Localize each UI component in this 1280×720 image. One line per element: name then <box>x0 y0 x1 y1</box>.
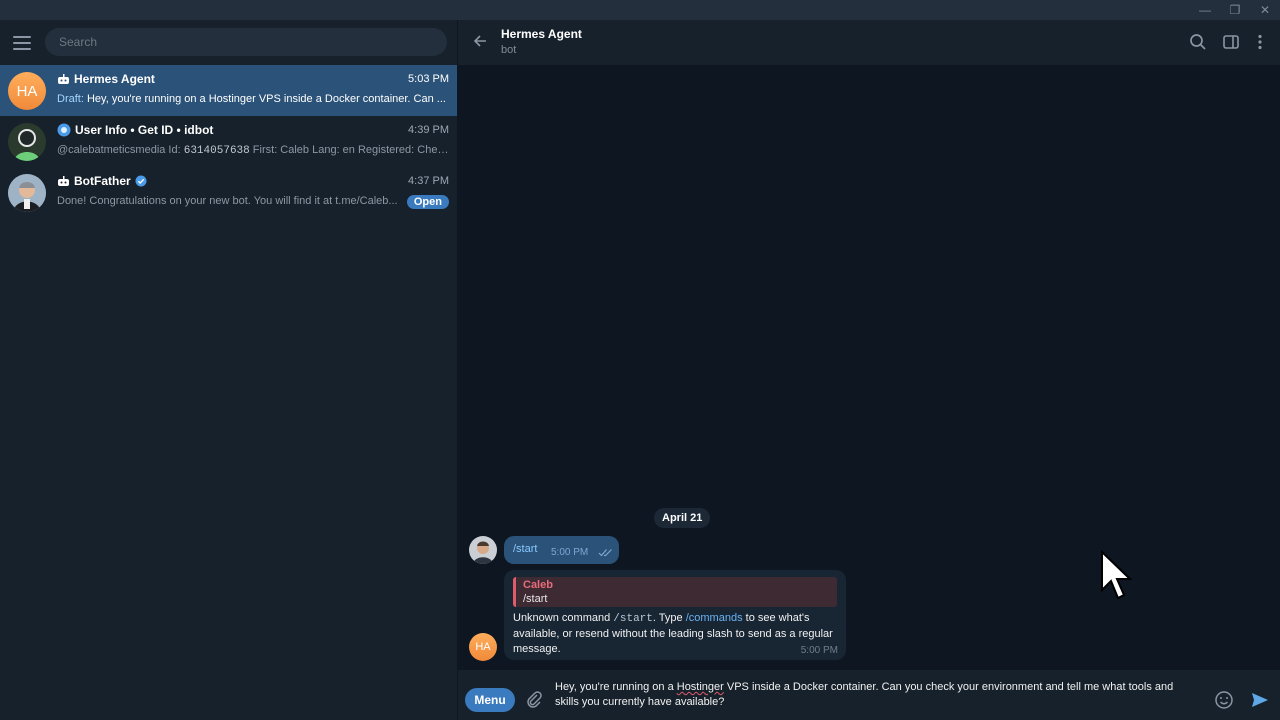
emoji-icon[interactable] <box>1214 690 1234 710</box>
chat-preview: Draft: Hey, you're running on a Hostinge… <box>57 93 449 105</box>
preview-text: Hey, you're running on a Hostinger VPS i… <box>86 93 446 105</box>
message-composer: Menu Hey, you're running on a Hostinger … <box>458 670 1280 720</box>
window-titlebar: — ❐ ✕ <box>0 0 1280 20</box>
id-bot-avatar-icon <box>8 123 46 161</box>
paperclip-icon[interactable] <box>525 690 543 708</box>
bot-icon <box>58 175 69 186</box>
search-input[interactable] <box>45 28 447 56</box>
reply-text: /start <box>523 593 548 605</box>
user-avatar[interactable] <box>469 536 497 564</box>
chat-time: 5:03 PM <box>408 73 449 85</box>
reply-quote[interactable]: Caleb /start <box>513 577 837 607</box>
avatar <box>8 174 46 212</box>
chat-item-idbot[interactable]: User Info • Get ID • idbot 4:39 PM @cale… <box>0 116 457 167</box>
chat-preview: Done! Congratulations on your new bot. Y… <box>57 195 398 207</box>
mouse-pointer-icon <box>1101 550 1133 600</box>
send-icon[interactable] <box>1250 690 1270 710</box>
command-code: /start <box>613 613 653 625</box>
spellcheck-word: Hostinger <box>676 681 724 693</box>
chat-name: User Info • Get ID • idbot <box>57 123 213 137</box>
chat-name: BotFather <box>57 174 147 188</box>
chat-item-botfather[interactable]: BotFather 4:37 PM Done! Congratulations … <box>0 167 457 218</box>
double-check-icon <box>598 549 612 557</box>
chat-name: Hermes Agent <box>57 72 155 86</box>
more-options-icon[interactable] <box>1251 33 1269 51</box>
sidebar-toggle-icon[interactable] <box>1222 33 1240 51</box>
message-input[interactable]: Hey, you're running on a Hostinger VPS i… <box>555 680 1195 710</box>
verified-check-icon <box>135 175 147 187</box>
bot-menu-button[interactable]: Menu <box>465 688 515 712</box>
verified-badge-icon <box>57 123 71 137</box>
chat-time: 4:39 PM <box>408 124 449 136</box>
restore-icon[interactable]: ❐ <box>1220 2 1250 18</box>
chat-preview: @calebatmeticsmedia Id: 6314057638 First… <box>57 144 449 157</box>
chat-title[interactable]: Hermes Agent <box>501 27 582 41</box>
message-time: 5:00 PM <box>800 645 838 656</box>
outgoing-message[interactable]: /start 5:00 PM <box>504 536 619 564</box>
back-arrow-icon[interactable] <box>472 33 488 49</box>
minimize-icon[interactable]: — <box>1190 2 1220 18</box>
botfather-avatar-icon <box>8 174 46 212</box>
open-badge[interactable]: Open <box>406 195 449 209</box>
chat-item-hermes-agent[interactable]: HA Hermes Agent 5:03 PM Draft: Hey, you'… <box>0 65 457 116</box>
incoming-message[interactable]: Caleb /start Unknown command /start. Typ… <box>504 570 846 660</box>
search-icon[interactable] <box>1189 33 1207 51</box>
chat-panel: Hermes Agent bot April 21 /start 5:00 PM… <box>458 20 1280 720</box>
date-separator: April 21 <box>654 508 711 528</box>
bot-icon <box>58 73 69 84</box>
commands-link[interactable]: /commands <box>686 612 743 624</box>
message-text: /start <box>513 543 538 555</box>
bot-avatar[interactable]: HA <box>469 633 497 661</box>
message-time: 5:00 PM <box>551 547 589 558</box>
user-avatar-photo-icon <box>469 536 497 564</box>
reply-author: Caleb <box>523 579 553 591</box>
avatar <box>8 123 46 161</box>
chat-subtitle: bot <box>501 44 517 56</box>
hamburger-menu-icon[interactable] <box>13 36 31 50</box>
draft-label: Draft: <box>57 93 84 105</box>
avatar: HA <box>8 72 46 110</box>
chat-header: Hermes Agent bot <box>458 20 1280 65</box>
close-icon[interactable]: ✕ <box>1250 2 1280 18</box>
chat-time: 4:37 PM <box>408 175 449 187</box>
message-text: Unknown command /start. Type /commands t… <box>513 612 833 655</box>
chat-list-sidebar: HA Hermes Agent 5:03 PM Draft: Hey, you'… <box>0 20 457 720</box>
